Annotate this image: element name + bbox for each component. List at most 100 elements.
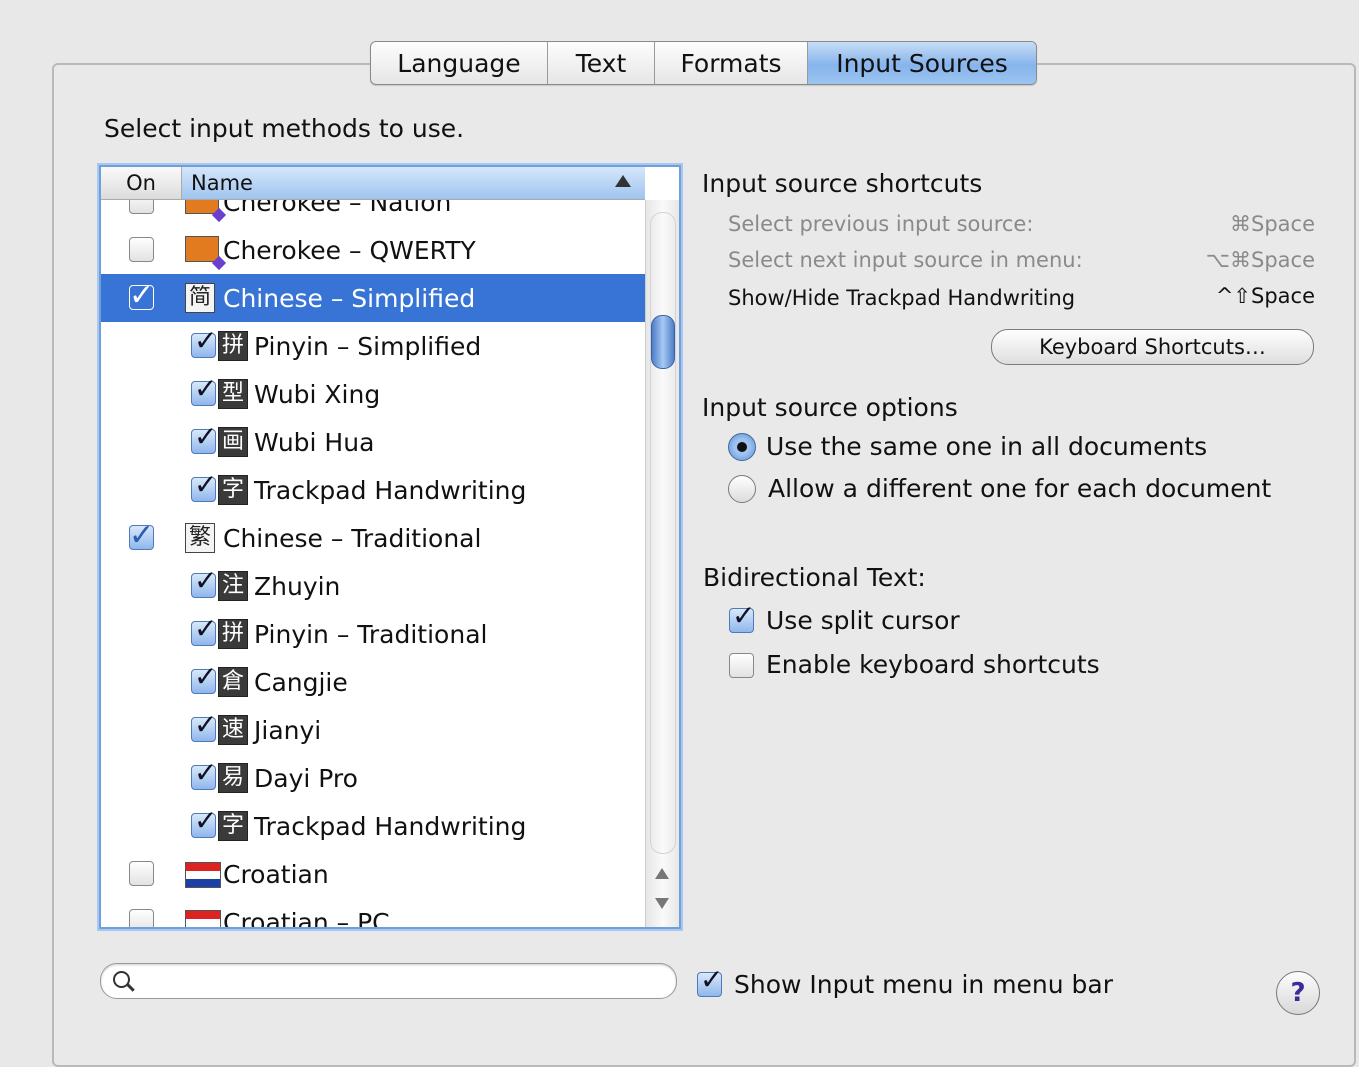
list-item[interactable]: Cherokee – Nation bbox=[101, 200, 645, 226]
checkmark-icon: ✓ bbox=[194, 612, 218, 645]
row-checkbox[interactable]: ✓ bbox=[191, 614, 217, 646]
show-input-menu-label[interactable]: Show Input menu in menu bar bbox=[734, 970, 1113, 999]
row-checkbox[interactable]: ✓ bbox=[191, 566, 217, 598]
list-item-label: Croatian bbox=[223, 860, 329, 889]
shortcut-next-label: Select next input source in menu: bbox=[728, 248, 1083, 272]
list-item[interactable]: ✓ 倉 Cangjie bbox=[101, 658, 645, 706]
split-cursor-label[interactable]: Use split cursor bbox=[766, 606, 960, 635]
split-cursor-checkbox[interactable]: ✓ bbox=[729, 601, 755, 633]
list-item-label: Cherokee – Nation bbox=[223, 200, 452, 217]
keyboard-shortcuts-checkbox[interactable] bbox=[729, 653, 754, 678]
list-item-label: Zhuyin bbox=[254, 572, 341, 601]
croatia-flag-icon bbox=[185, 862, 221, 888]
row-checkbox[interactable] bbox=[129, 861, 154, 886]
checkmark-icon: ✓ bbox=[194, 468, 218, 501]
row-checkbox[interactable]: ✓ bbox=[191, 806, 217, 838]
list-item-label: Cangjie bbox=[254, 668, 348, 697]
shortcut-prev-label: Select previous input source: bbox=[728, 212, 1034, 236]
list-item-label: Trackpad Handwriting bbox=[254, 812, 527, 841]
list-header: On Name bbox=[101, 167, 645, 200]
checkmark-icon[interactable]: ✓ bbox=[129, 518, 154, 553]
row-checkbox[interactable] bbox=[129, 909, 154, 927]
keyboard-shortcuts-label[interactable]: Enable keyboard shortcuts bbox=[766, 650, 1100, 679]
list-item[interactable]: ✓ 注 Zhuyin bbox=[101, 562, 645, 610]
checkmark-icon: ✓ bbox=[194, 660, 218, 693]
shortcut-handwriting-key: ^⇧Space bbox=[1215, 284, 1315, 308]
list-item-label: Wubi Hua bbox=[254, 428, 375, 457]
cherokee-flag-icon bbox=[185, 236, 219, 262]
radio-each-document[interactable] bbox=[728, 475, 756, 503]
keyboard-shortcuts-button[interactable]: Keyboard Shortcuts… bbox=[991, 329, 1314, 365]
row-checkbox[interactable]: ✓ bbox=[191, 662, 217, 694]
input-method-icon: 型 bbox=[218, 379, 248, 409]
search-input[interactable] bbox=[139, 967, 663, 995]
column-header-on[interactable]: On bbox=[101, 167, 182, 199]
scroll-thumb[interactable] bbox=[651, 315, 675, 369]
list-item-label: Trackpad Handwriting bbox=[254, 476, 527, 505]
list-item[interactable]: Cherokee – QWERTY bbox=[101, 226, 645, 274]
checkmark-icon: ✓ bbox=[194, 756, 218, 789]
scroll-down-arrow-icon[interactable] bbox=[655, 898, 669, 909]
checkmark-icon[interactable]: ✓ bbox=[129, 278, 154, 313]
input-sources-list[interactable]: On Name Cherokee – Nation Cherokee – QWER… bbox=[99, 165, 681, 929]
list-item[interactable]: ✓ 字 Trackpad Handwriting bbox=[101, 466, 645, 514]
column-header-name[interactable]: Name bbox=[182, 167, 645, 199]
checkmark-icon: ✓ bbox=[194, 420, 218, 453]
search-field[interactable] bbox=[100, 963, 677, 999]
list-item-label: Pinyin – Traditional bbox=[254, 620, 488, 649]
row-checkbox[interactable]: ✓ bbox=[191, 374, 217, 406]
list-item[interactable]: ✓ 速 Jianyi bbox=[101, 706, 645, 754]
vertical-scrollbar[interactable] bbox=[645, 200, 679, 927]
checkmark-icon: ✓ bbox=[194, 324, 218, 357]
input-method-icon: 速 bbox=[218, 715, 248, 745]
list-item[interactable]: ✓ 画 Wubi Hua bbox=[101, 418, 645, 466]
list-item-label: Chinese – Simplified bbox=[223, 284, 476, 313]
checkmark-icon: ✓ bbox=[700, 963, 724, 996]
input-method-icon: 字 bbox=[218, 475, 248, 505]
checkmark-icon: ✓ bbox=[194, 372, 218, 405]
list-item[interactable]: ✓ 拼 Pinyin – Simplified bbox=[101, 322, 645, 370]
input-method-icon: 拼 bbox=[218, 331, 248, 361]
input-method-icon: 简 bbox=[185, 283, 215, 313]
column-header-name-label: Name bbox=[191, 171, 253, 195]
checkmark-icon: ✓ bbox=[194, 708, 218, 741]
radio-each-label[interactable]: Allow a different one for each document bbox=[768, 474, 1271, 503]
row-checkbox[interactable]: ✓ bbox=[191, 758, 217, 790]
help-button[interactable]: ? bbox=[1276, 971, 1320, 1015]
scroll-up-arrow-icon[interactable] bbox=[655, 868, 669, 879]
cherokee-flag-icon bbox=[185, 200, 219, 214]
list-item-label: Chinese – Traditional bbox=[223, 524, 482, 553]
row-checkbox[interactable] bbox=[129, 200, 154, 214]
list-item[interactable]: Croatian bbox=[101, 850, 645, 898]
list-item-label: Dayi Pro bbox=[254, 764, 358, 793]
show-input-menu-checkbox[interactable]: ✓ bbox=[697, 965, 723, 997]
tab-formats[interactable]: Formats bbox=[655, 42, 808, 84]
row-checkbox[interactable]: ✓ bbox=[191, 326, 217, 358]
list-item[interactable]: ✓ 拼 Pinyin – Traditional bbox=[101, 610, 645, 658]
list-item-label: Cherokee – QWERTY bbox=[223, 236, 476, 265]
row-checkbox[interactable]: ✓ bbox=[191, 710, 217, 742]
list-item[interactable]: Croatian – PC bbox=[101, 898, 645, 927]
radio-same-document[interactable] bbox=[728, 433, 756, 461]
row-checkbox[interactable]: ✓ bbox=[191, 470, 217, 502]
list-item[interactable]: ✓ 字 Trackpad Handwriting bbox=[101, 802, 645, 850]
scroll-track bbox=[650, 212, 676, 854]
list-item[interactable]: ✓ 型 Wubi Xing bbox=[101, 370, 645, 418]
radio-same-label[interactable]: Use the same one in all documents bbox=[766, 432, 1207, 461]
list-item[interactable]: ✓ 易 Dayi Pro bbox=[101, 754, 645, 802]
tab-input-sources[interactable]: Input Sources bbox=[808, 42, 1036, 84]
row-checkbox[interactable] bbox=[129, 237, 154, 262]
input-method-icon: 画 bbox=[218, 427, 248, 457]
tab-language[interactable]: Language bbox=[371, 42, 548, 84]
checkmark-icon: ✓ bbox=[732, 599, 756, 632]
list-item[interactable]: ✓ 繁 Chinese – Traditional bbox=[101, 514, 645, 562]
checkmark-icon: ✓ bbox=[194, 804, 218, 837]
row-checkbox[interactable]: ✓ bbox=[191, 422, 217, 454]
croatia-flag-icon bbox=[185, 910, 221, 927]
tab-text[interactable]: Text bbox=[548, 42, 655, 84]
list-item-label: Wubi Xing bbox=[254, 380, 381, 409]
list-item[interactable]: ✓ 简 Chinese – Simplified bbox=[101, 274, 645, 322]
list-rows: Cherokee – Nation Cherokee – QWERTY ✓ 简 Chin… bbox=[101, 200, 645, 927]
sort-ascending-icon bbox=[615, 175, 631, 187]
list-item-label: Croatian – PC bbox=[223, 908, 390, 927]
